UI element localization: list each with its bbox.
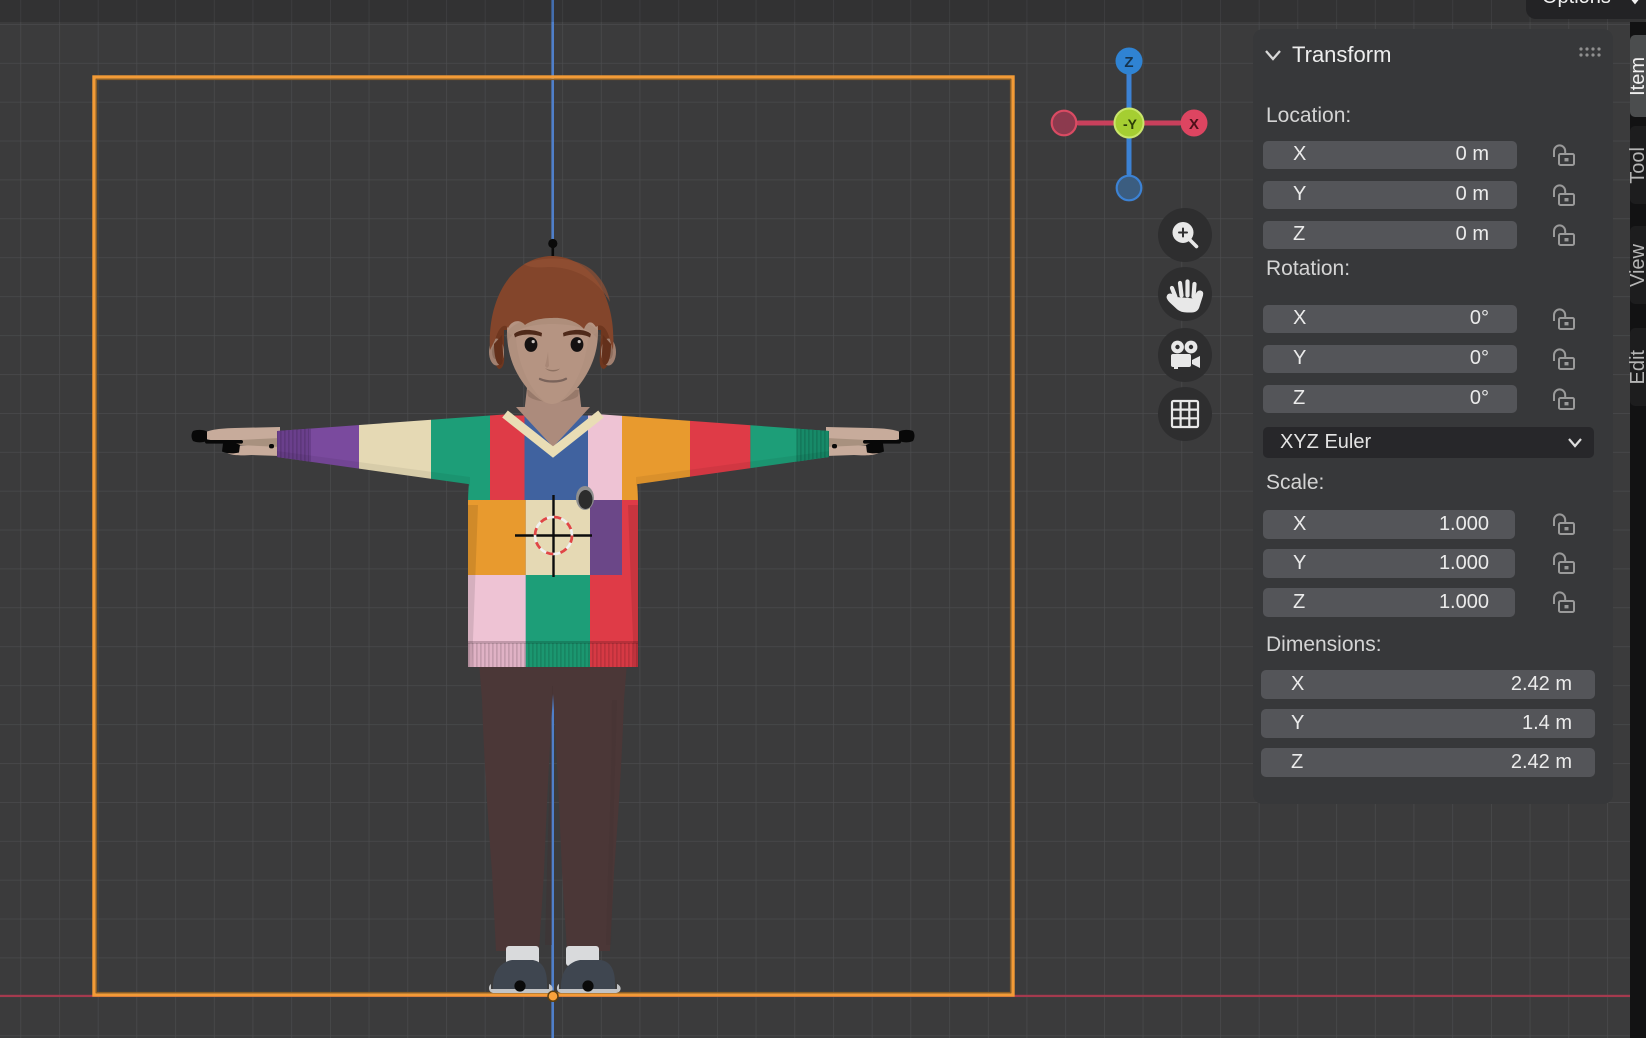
svg-text:Z: Z bbox=[1124, 54, 1133, 71]
svg-text:X: X bbox=[1189, 116, 1199, 133]
svg-text:-Y: -Y bbox=[1123, 116, 1138, 132]
